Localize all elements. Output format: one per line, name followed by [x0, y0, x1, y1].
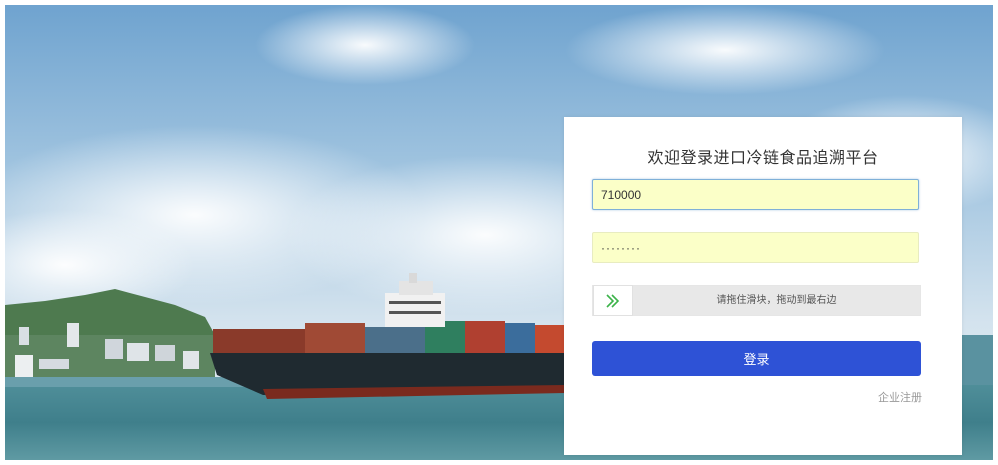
password-input[interactable] — [592, 232, 919, 263]
slider-handle[interactable] — [593, 285, 633, 316]
register-link[interactable]: 企业注册 — [878, 389, 922, 405]
login-button[interactable]: 登录 — [592, 341, 921, 376]
double-chevron-right-icon — [606, 293, 620, 308]
slider-hint-text: 请拖住滑块，拖动到最右边 — [716, 295, 837, 306]
slider-captcha[interactable]: 请拖住滑块，拖动到最右边 — [592, 285, 921, 316]
login-title: 欢迎登录进口冷链食品追溯平台 — [647, 148, 879, 167]
login-panel: 欢迎登录进口冷链食品追溯平台 请拖住滑块，拖动到最右边 登录 企业注册 — [564, 117, 962, 455]
username-input[interactable] — [592, 179, 919, 210]
